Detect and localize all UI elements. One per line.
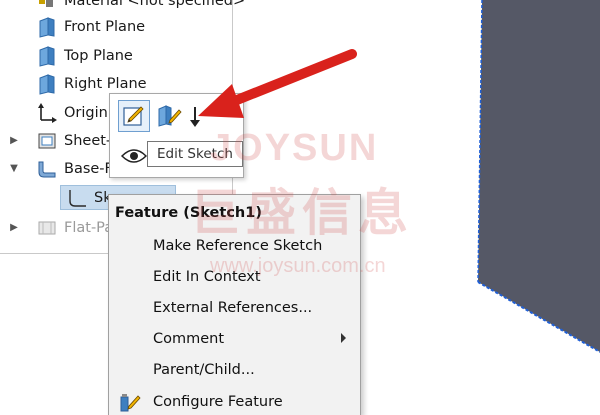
tree-item-label: Material <not specified> (64, 0, 246, 9)
menu-item-edit-in-context[interactable]: Edit In Context (109, 262, 360, 292)
sheet-metal-icon (36, 130, 58, 152)
material-icon (36, 0, 58, 12)
tree-item-sketch1[interactable]: Sk (66, 185, 112, 211)
menu-header: Feature (Sketch1) (115, 205, 262, 221)
base-flange-icon (36, 158, 58, 180)
tree-item-base-flange[interactable]: Base-F (36, 156, 113, 182)
menu-item-comment[interactable]: Comment (109, 324, 360, 354)
tree-item-label: Flat-Pa (64, 220, 114, 236)
sketch-icon (66, 187, 88, 209)
context-menu: Feature (Sketch1) Make Reference Sketch … (108, 194, 361, 415)
submenu-arrow-icon (341, 333, 346, 343)
menu-item-label: Parent/Child... (153, 362, 255, 378)
plane-icon (36, 73, 58, 95)
menu-item-make-reference-sketch[interactable]: Make Reference Sketch (109, 231, 360, 261)
sheet-metal-part-face[interactable] (474, 0, 600, 415)
tooltip: Edit Sketch (147, 141, 243, 167)
menu-item-label: Make Reference Sketch (153, 238, 323, 254)
menu-item-label: Comment (153, 331, 225, 347)
tree-item-label: Right Plane (64, 76, 147, 92)
tree-item-label: Front Plane (64, 19, 146, 35)
configure-feature-icon (119, 391, 141, 413)
plane-icon (36, 16, 58, 38)
tree-item-front-plane[interactable]: Front Plane (36, 14, 145, 40)
flat-pattern-icon (36, 217, 58, 239)
edit-feature-button[interactable] (154, 100, 186, 132)
edit-sketch-button[interactable] (118, 100, 150, 132)
eye-icon (121, 149, 147, 163)
menu-item-label: Edit In Context (153, 269, 261, 285)
tree-item-label: Origin (64, 105, 108, 121)
tree-item-label: Top Plane (64, 48, 133, 64)
collapse-icon[interactable]: ▼ (8, 163, 20, 175)
rollback-icon (190, 107, 200, 127)
edit-sketch-icon (123, 106, 144, 126)
hide-show-button[interactable] (118, 140, 150, 172)
plane-icon (36, 45, 58, 67)
menu-item-configure-feature[interactable]: Configure Feature (109, 387, 360, 415)
menu-item-label: Configure Feature (153, 394, 283, 410)
edit-feature-icon (158, 105, 182, 127)
tree-item-origin[interactable]: Origin (36, 100, 108, 126)
origin-icon (36, 102, 58, 124)
rollback-button[interactable] (184, 100, 206, 132)
expand-icon[interactable]: ▶ (8, 222, 20, 234)
tree-item-top-plane[interactable]: Top Plane (36, 43, 133, 69)
menu-item-parent-child[interactable]: Parent/Child... (109, 355, 360, 385)
expand-icon[interactable]: ▶ (8, 135, 20, 147)
menu-item-label: External References... (153, 300, 313, 316)
tree-item-sheet-metal[interactable]: Sheet- (36, 128, 111, 154)
menu-item-external-references[interactable]: External References... (109, 293, 360, 323)
tree-item-material[interactable]: Material <not specified> (36, 0, 245, 14)
tree-item-label: Sheet- (64, 133, 112, 149)
tree-item-flat-pattern[interactable]: Flat-Pa (36, 215, 113, 241)
tree-item-label: Base-F (64, 161, 113, 177)
